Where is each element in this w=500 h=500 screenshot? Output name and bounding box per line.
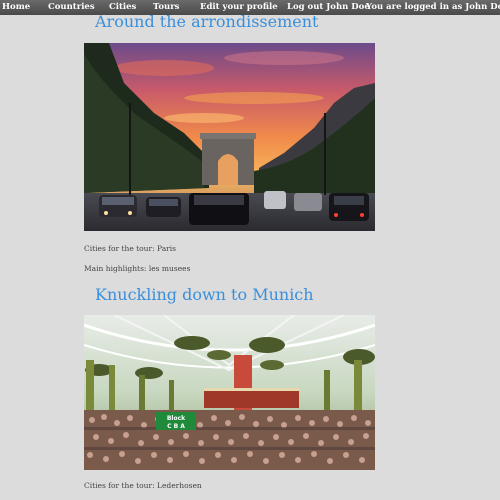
tour-title[interactable]: Knuckling down to Munich: [95, 285, 314, 304]
tour-image-munich[interactable]: Block C B A: [84, 315, 375, 470]
block-sign-letters: C B A: [167, 423, 185, 430]
nav-tours[interactable]: Tours: [153, 0, 179, 15]
nav-cities[interactable]: Cities: [109, 0, 136, 15]
block-sign-text: Block: [167, 415, 186, 422]
tour-cities: Cities for the tour: Paris: [84, 244, 177, 253]
main-content: Around the arrondissement Cities for the…: [0, 0, 500, 500]
tour-image-paris[interactable]: [84, 43, 375, 231]
nav-home[interactable]: Home: [2, 0, 30, 15]
top-navbar: Home Countries Cities Tours Edit your pr…: [0, 0, 500, 15]
nav-edit-profile[interactable]: Edit your profile: [200, 0, 278, 15]
tour-highlights: Main highlights: les musees: [84, 264, 191, 273]
oktoberfest-tent-photo: Block C B A: [84, 315, 375, 470]
nav-countries[interactable]: Countries: [48, 0, 95, 15]
tour-cities: Cities for the tour: Lederhosen: [84, 481, 202, 490]
nav-logged-in-status: You are logged in as John Doe: [366, 2, 500, 12]
arc-de-triomphe-photo: [84, 43, 375, 231]
nav-logout[interactable]: Log out John Doe: [287, 0, 370, 15]
